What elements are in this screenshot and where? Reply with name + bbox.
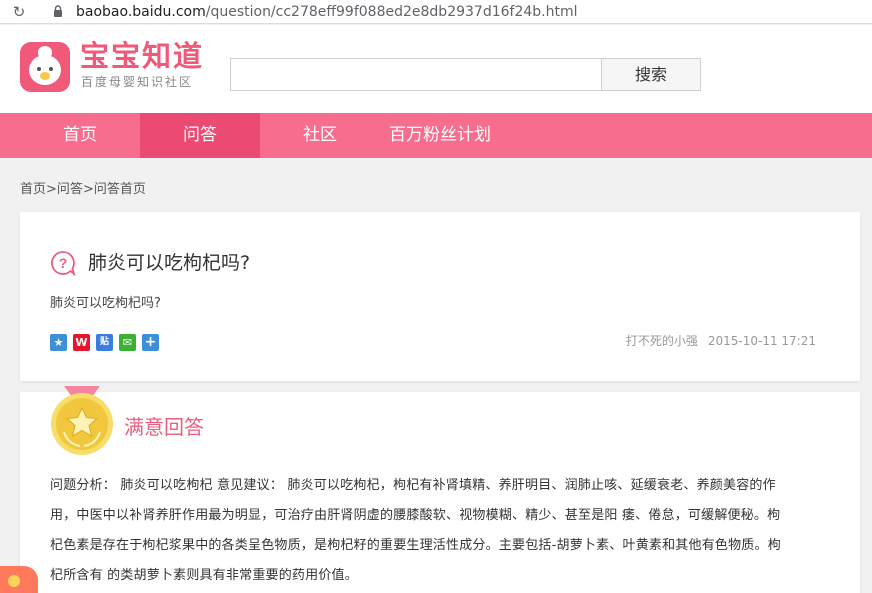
breadcrumb-separator: >	[82, 182, 94, 197]
weibo-icon[interactable]: W	[73, 334, 90, 351]
breadcrumb-qa[interactable]: 问答	[57, 182, 83, 197]
nav-item-million-fans[interactable]: 百万粉丝计划	[380, 113, 500, 158]
answer-body: 问题分析： 肺炎可以吃枸杞 意见建议： 肺炎可以吃枸杞，枸杞有补肾填精、养肝明目…	[50, 471, 832, 591]
nav-item-home[interactable]: 首页	[20, 113, 140, 158]
question-bubble-icon: ?	[51, 251, 76, 276]
logo-face	[29, 55, 61, 85]
search-button[interactable]: 搜索	[601, 58, 701, 91]
breadcrumb-qa-home[interactable]: 问答首页	[94, 182, 146, 197]
question-meta: 打不死的小强 2015-10-11 17:21	[626, 332, 816, 350]
reload-icon[interactable]: ↻	[10, 3, 28, 21]
breadcrumb-home[interactable]: 首页	[20, 182, 46, 197]
lock-icon	[54, 5, 62, 17]
logo-subtitle: 百度母婴知识社区	[81, 75, 194, 89]
answer-line: 杞所含有 的类胡萝卜素则具有非常重要的药用价值。	[50, 568, 358, 583]
best-answer-label: 满意回答	[124, 415, 204, 439]
browser-address-bar[interactable]: ↻ baobao.baidu.com/question/cc278eff99f0…	[0, 0, 872, 24]
floating-widget-dot	[8, 575, 20, 587]
logo-title[interactable]: 宝宝知道	[80, 39, 204, 73]
logo-eye-right	[49, 67, 53, 71]
question-title: 肺炎可以吃枸杞吗?	[88, 252, 251, 274]
nav-item-qa[interactable]: 问答	[140, 113, 260, 158]
breadcrumb-separator: >	[46, 182, 57, 197]
gold-medal-icon	[51, 386, 113, 455]
logo-pacifier	[40, 72, 50, 80]
question-datetime: 2015-10-11 17:21	[707, 334, 816, 348]
answer-line: 用，中医中以补肾养肝作用最为明显，可治疗由肝肾阴虚的腰膝酸软、视物模糊、精少、甚…	[50, 508, 781, 523]
question-author[interactable]: 打不死的小强	[626, 334, 698, 348]
tieba-icon[interactable]: 贴	[96, 334, 113, 351]
url-path: /question/cc278eff99f088ed2e8db2937d16f2…	[205, 4, 578, 20]
logo-eye-left	[37, 67, 41, 71]
svg-text:?: ?	[59, 255, 68, 271]
answer-card: 满意回答 问题分析： 肺炎可以吃枸杞 意见建议： 肺炎可以吃枸杞，枸杞有补肾填精…	[20, 386, 860, 593]
wechat-icon[interactable]: ✉	[119, 334, 136, 351]
more-share-icon[interactable]: +	[142, 334, 159, 351]
floating-widget-icon[interactable]	[0, 566, 38, 593]
qzone-icon[interactable]: ★	[50, 334, 67, 351]
answer-line: 杞色素是存在于枸杞浆果中的各类呈色物质，是枸杞籽的重要生理活性成分。主要包括-胡…	[50, 538, 781, 553]
baby-logo-icon[interactable]	[20, 42, 70, 92]
url-text[interactable]: baobao.baidu.com/question/cc278eff99f088…	[76, 3, 578, 21]
answer-line: 问题分析： 肺炎可以吃枸杞 意见建议： 肺炎可以吃枸杞，枸杞有补肾填精、养肝明目…	[50, 478, 776, 493]
search-input[interactable]	[230, 58, 602, 91]
nav-item-community[interactable]: 社区	[260, 113, 380, 158]
url-host: baobao.baidu.com	[76, 4, 206, 20]
question-description: 肺炎可以吃枸杞吗?	[50, 296, 161, 311]
breadcrumb: 首页>问答>问答首页	[20, 181, 146, 199]
site-header: 宝宝知道 百度母婴知识社区 搜索	[0, 25, 872, 113]
main-nav: 首页 问答 社区 百万粉丝计划	[0, 113, 872, 158]
question-card: ? 肺炎可以吃枸杞吗? 肺炎可以吃枸杞吗? ★ W 贴 ✉ + 打不死的小强 20…	[20, 212, 860, 381]
